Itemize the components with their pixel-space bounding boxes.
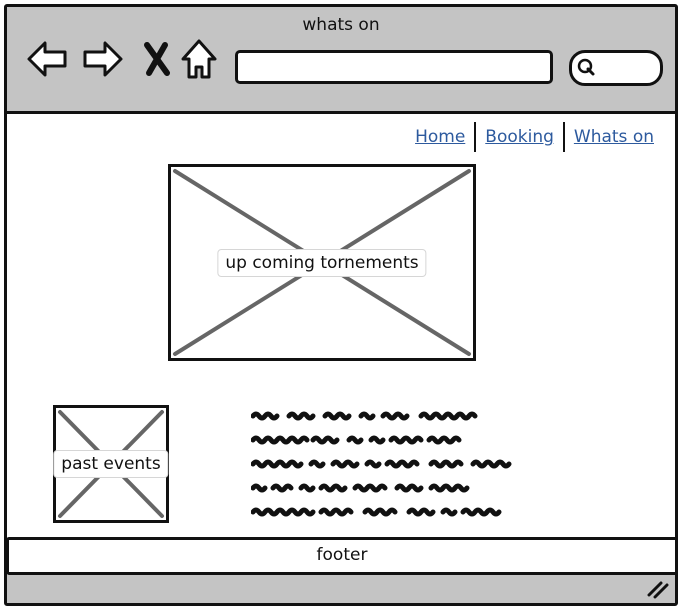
upcoming-tournaments-label: up coming tornements bbox=[217, 248, 427, 277]
forward-arrow-icon[interactable] bbox=[81, 37, 125, 81]
nav-link-home[interactable]: Home bbox=[406, 127, 474, 147]
nav-link-whats-on[interactable]: Whats on bbox=[565, 127, 663, 147]
browser-window: whats on Home Booking Whats on up coming… bbox=[4, 4, 678, 606]
past-events-image: past events bbox=[53, 405, 169, 523]
browser-toolbar: whats on bbox=[7, 7, 675, 114]
search-icon bbox=[577, 58, 595, 76]
home-icon[interactable] bbox=[177, 37, 221, 81]
nav-link-booking[interactable]: Booking bbox=[476, 127, 563, 147]
back-arrow-icon[interactable] bbox=[25, 37, 69, 81]
text-block-scribble bbox=[250, 410, 663, 526]
window-title: whats on bbox=[302, 15, 380, 35]
past-events-label: past events bbox=[53, 450, 169, 478]
close-icon[interactable] bbox=[135, 37, 179, 81]
main-nav: Home Booking Whats on bbox=[406, 119, 663, 155]
upcoming-tournaments-image: up coming tornements bbox=[168, 164, 476, 361]
resize-grip-icon[interactable] bbox=[645, 579, 669, 599]
status-bar bbox=[7, 575, 675, 603]
search-box[interactable] bbox=[569, 50, 663, 86]
url-bar[interactable] bbox=[235, 50, 553, 84]
page-footer: footer bbox=[6, 537, 678, 575]
